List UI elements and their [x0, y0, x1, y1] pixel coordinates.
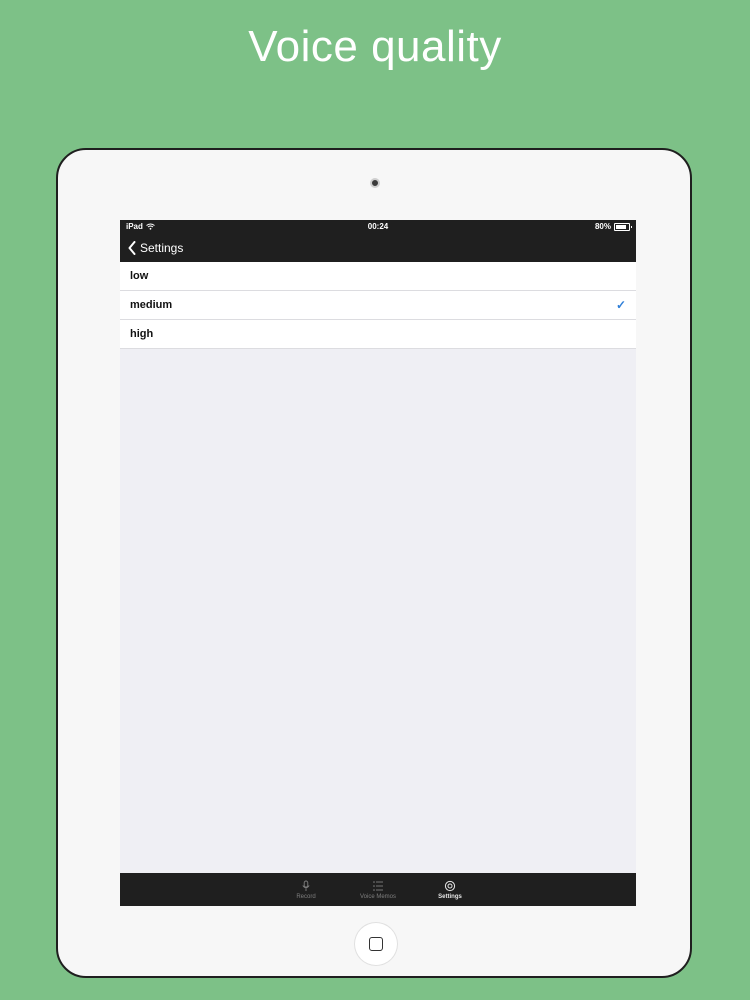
- option-label: low: [130, 270, 149, 282]
- quality-options-list: low medium ✓ high: [120, 262, 636, 349]
- tab-record[interactable]: Record: [280, 873, 332, 906]
- status-bar: iPad 00:24 80%: [120, 220, 636, 234]
- tab-settings[interactable]: Settings: [424, 873, 476, 906]
- option-medium[interactable]: medium ✓: [120, 291, 636, 320]
- ipad-frame: iPad 00:24 80% Settings low medium ✓ hig…: [56, 148, 692, 978]
- battery-percent: 80%: [594, 222, 611, 231]
- status-time: 00:24: [367, 222, 389, 231]
- promo-headline: Voice quality: [248, 22, 502, 71]
- tab-bar: Record Voice Memos Settings: [120, 873, 636, 906]
- tab-label: Record: [296, 893, 316, 900]
- option-label: high: [130, 328, 154, 340]
- chevron-left-icon: [128, 241, 136, 255]
- option-low[interactable]: low: [120, 262, 636, 291]
- home-button[interactable]: [354, 922, 398, 966]
- tab-voice-memos[interactable]: Voice Memos: [352, 873, 404, 906]
- battery-icon: [614, 222, 632, 231]
- tab-label: Voice Memos: [359, 893, 396, 900]
- back-button[interactable]: Settings: [128, 240, 183, 256]
- tab-label: Settings: [438, 893, 462, 900]
- option-high[interactable]: high: [120, 320, 636, 349]
- battery-fill: [616, 224, 626, 229]
- list-icon: [373, 880, 383, 891]
- option-label: medium: [130, 299, 173, 311]
- back-button-label: Settings: [140, 241, 184, 255]
- app-screen: iPad 00:24 80% Settings low medium ✓ hig…: [120, 220, 636, 906]
- navigation-bar: Settings: [120, 234, 636, 262]
- home-square-icon: [369, 937, 383, 951]
- microphone-icon: [302, 880, 310, 891]
- camera-dot: [370, 178, 380, 188]
- gear-icon: [444, 880, 456, 891]
- checkmark-icon: ✓: [615, 298, 626, 312]
